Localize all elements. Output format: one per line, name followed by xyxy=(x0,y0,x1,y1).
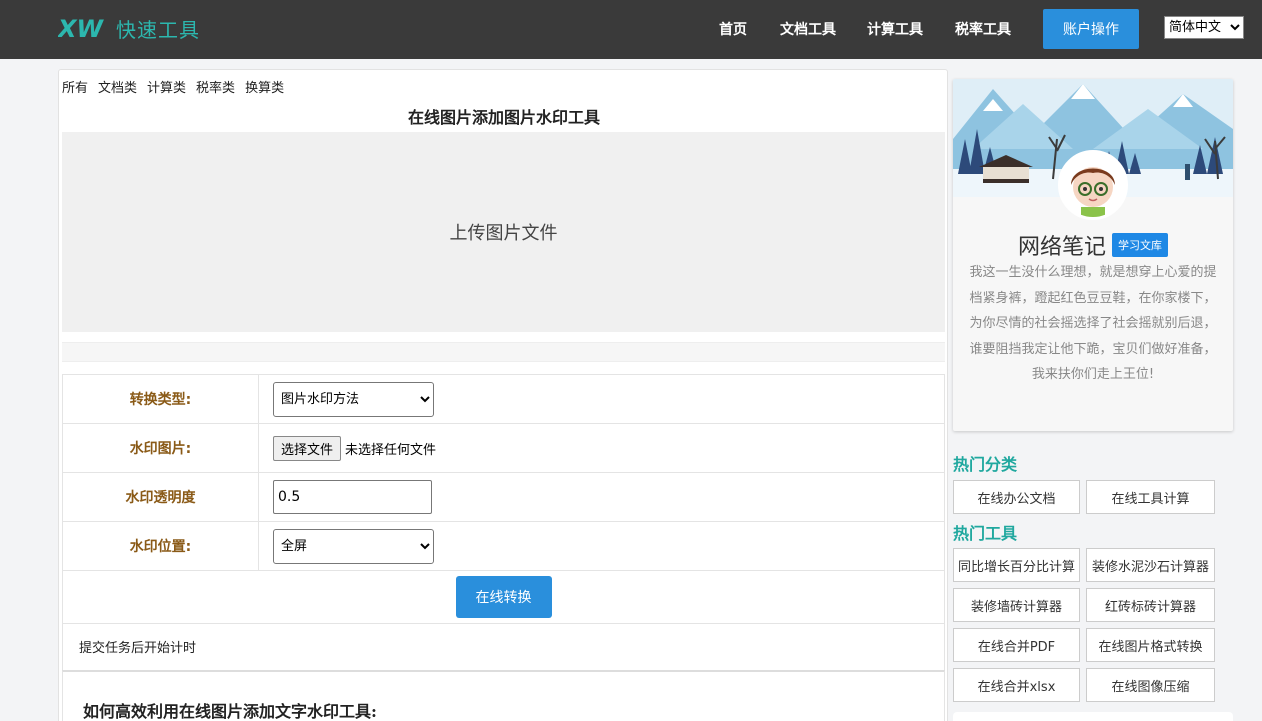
profile-badge[interactable]: 学习文库 xyxy=(1112,233,1168,257)
profile-name: 网络笔记 xyxy=(1017,235,1106,260)
position-label: 水印位置: xyxy=(62,521,259,571)
category-calculation[interactable]: 计算类 xyxy=(147,77,186,96)
sidebar-next-card xyxy=(953,712,1233,721)
category-conversion[interactable]: 换算类 xyxy=(245,77,284,96)
profile-bio: 我这一生没什么理想，就是想穿上心爱的提档紧身裤，蹬起红色豆豆鞋，在你家楼下，为你… xyxy=(969,265,1217,382)
watermark-image-label: 水印图片: xyxy=(62,423,259,473)
avatar-icon xyxy=(1071,167,1115,217)
hot-category-office-docs[interactable]: 在线办公文档 xyxy=(953,480,1080,514)
hot-tool-image-format[interactable]: 在线图片格式转换 xyxy=(1086,628,1215,662)
main-panel: 所有 文档类 计算类 税率类 换算类 在线图片添加图片水印工具 上传图片文件 转… xyxy=(58,69,948,721)
opacity-input[interactable] xyxy=(273,480,432,514)
upload-dropzone[interactable]: 上传图片文件 xyxy=(62,132,945,332)
account-button[interactable]: 账户操作 xyxy=(1043,9,1139,49)
form-row-image: 水印图片: 选择文件 未选择任何文件 xyxy=(62,423,945,473)
hot-tool-merge-pdf[interactable]: 在线合并PDF xyxy=(953,628,1080,662)
howto-title: 如何高效利用在线图片添加文字水印工具: xyxy=(83,702,377,721)
position-select[interactable]: 全屏 xyxy=(273,528,434,564)
hot-tool-merge-xlsx[interactable]: 在线合并xlsx xyxy=(953,668,1080,702)
xw-logo-icon: XW xyxy=(58,15,105,41)
opacity-label: 水印透明度 xyxy=(62,472,259,522)
site-logo[interactable]: XW 快速工具 xyxy=(58,14,200,42)
nav-tax-tools[interactable]: 税率工具 xyxy=(955,19,1011,39)
watermark-form: 转换类型: 图片水印方法 水印图片: 选择文件 未选择任何文件 水印透明度 0.… xyxy=(62,374,945,624)
profile-header: 网络笔记 学习文库 xyxy=(953,229,1233,261)
page-title: 在线图片添加图片水印工具 xyxy=(407,108,600,127)
hot-tool-image-compress[interactable]: 在线图像压缩 xyxy=(1086,668,1215,702)
nav-calculation-tools[interactable]: 计算工具 xyxy=(867,19,923,39)
svg-text:XW: XW xyxy=(58,15,105,41)
avatar[interactable] xyxy=(1058,150,1128,220)
convert-button[interactable]: 在线转换 xyxy=(455,576,552,618)
hot-categories-title: 热门分类 xyxy=(953,455,1018,474)
hot-tool-yoy-growth[interactable]: 同比增长百分比计算 xyxy=(953,548,1080,582)
form-row-position: 水印位置: 全屏 xyxy=(62,521,945,571)
category-filter: 所有 文档类 计算类 税率类 换算类 xyxy=(62,77,284,96)
upload-label: 上传图片文件 xyxy=(449,223,558,244)
hot-category-tool-calc[interactable]: 在线工具计算 xyxy=(1086,480,1215,514)
conversion-type-select[interactable]: 图片水印方法 xyxy=(273,381,434,417)
category-tax[interactable]: 税率类 xyxy=(196,77,235,96)
form-row-submit: 在线转换 xyxy=(62,570,945,624)
category-all[interactable]: 所有 xyxy=(62,77,88,96)
site-name: 快速工具 xyxy=(116,17,200,42)
file-status: 未选择任何文件 xyxy=(345,442,437,458)
howto-section: 如何高效利用在线图片添加文字水印工具: xyxy=(62,670,945,721)
progress-strip xyxy=(62,342,945,362)
hot-tool-wall-tile-calc[interactable]: 装修墙砖计算器 xyxy=(953,588,1080,622)
form-row-type: 转换类型: 图片水印方法 xyxy=(62,374,945,424)
top-navigation-bar: XW 快速工具 首页 文档工具 计算工具 税率工具 账户操作 简体中文 xyxy=(0,0,1262,59)
task-status: 提交任务后开始计时 xyxy=(62,622,945,671)
nav-home[interactable]: 首页 xyxy=(719,19,747,39)
hot-tools-title: 热门工具 xyxy=(953,524,1018,543)
profile-card: 网络笔记 学习文库 我这一生没什么理想，就是想穿上心爱的提档紧身裤，蹬起红色豆豆… xyxy=(953,79,1233,431)
nav-document-tools[interactable]: 文档工具 xyxy=(780,19,836,39)
hot-tool-cement-calc[interactable]: 装修水泥沙石计算器 xyxy=(1086,548,1215,582)
category-document[interactable]: 文档类 xyxy=(98,77,137,96)
type-label: 转换类型: xyxy=(62,374,259,424)
language-select[interactable]: 简体中文 xyxy=(1164,16,1244,39)
form-row-opacity: 水印透明度 xyxy=(62,472,945,522)
hot-tool-brick-calc[interactable]: 红砖标砖计算器 xyxy=(1086,588,1215,622)
choose-file-button[interactable]: 选择文件 xyxy=(273,435,342,461)
